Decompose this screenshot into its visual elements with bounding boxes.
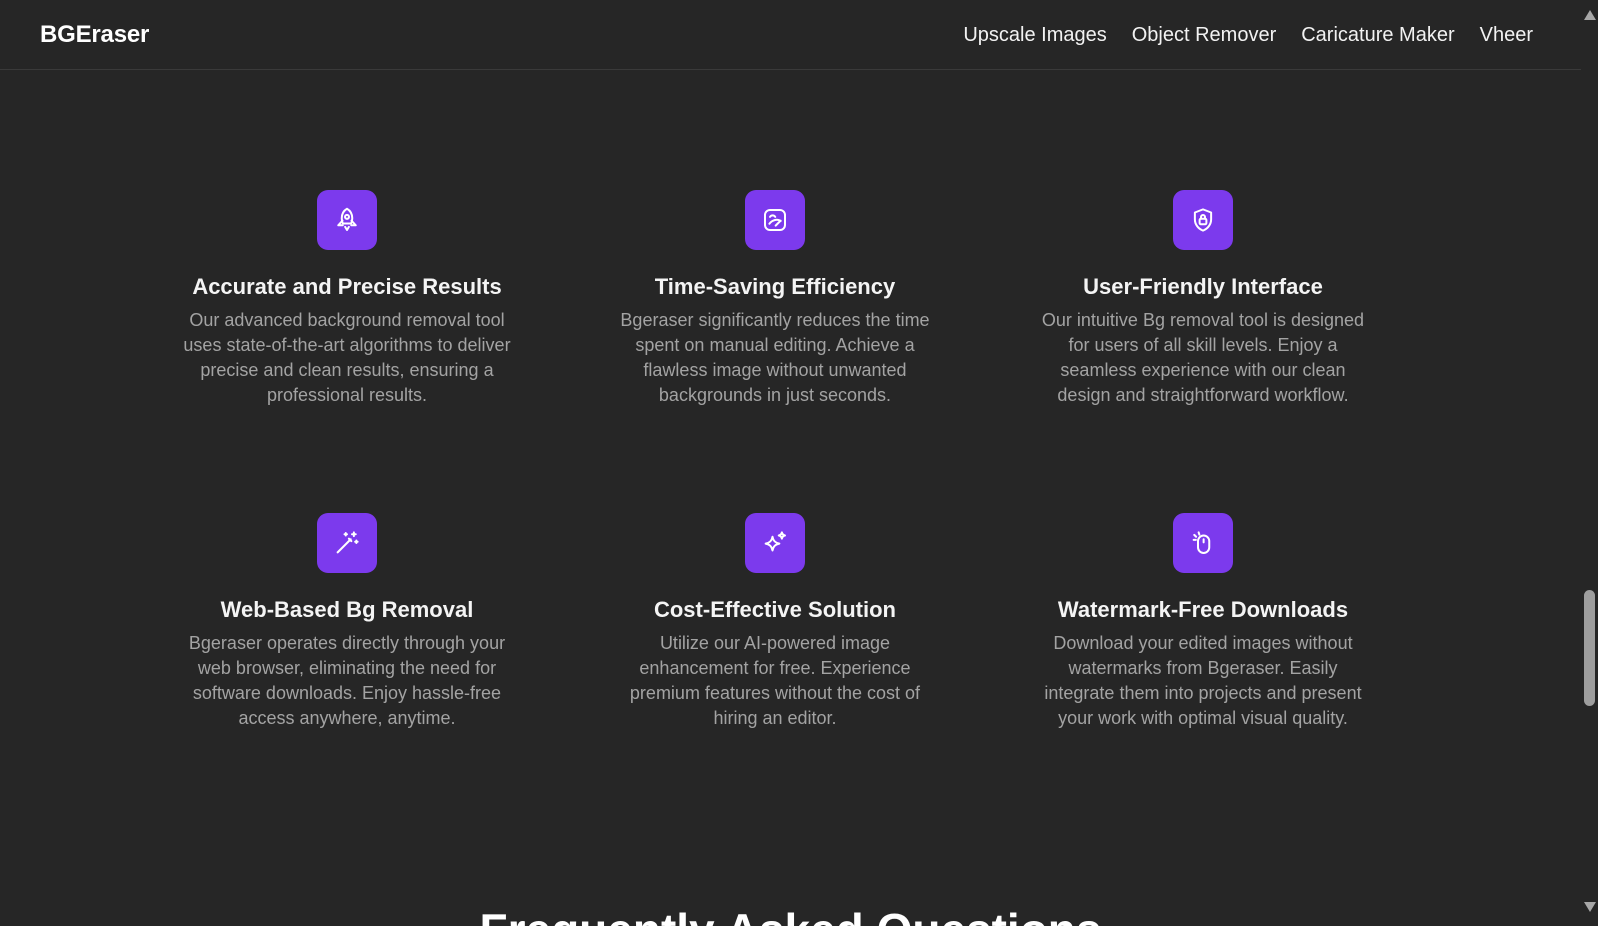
browser-viewport: Accurate and Precise Results Our advance… (0, 0, 1598, 926)
feature-title: User-Friendly Interface (1083, 274, 1323, 299)
shield-lock-icon (1173, 190, 1233, 250)
nav-links: Upscale Images Object Remover Caricature… (963, 22, 1533, 48)
feature-description: Our advanced background removal tool use… (183, 310, 511, 405)
scroll-up-arrow-icon[interactable] (1584, 10, 1596, 20)
feature-title: Accurate and Precise Results (192, 274, 502, 299)
nav-link-vheer[interactable]: Vheer (1480, 22, 1533, 48)
vertical-scrollbar[interactable] (1581, 0, 1598, 926)
feature-description: Bgeraser operates directly through your … (188, 633, 506, 728)
nav-link-object-remover[interactable]: Object Remover (1132, 22, 1277, 48)
scrollbar-thumb[interactable] (1584, 590, 1595, 706)
feature-description: Utilize our AI-powered image enhancement… (629, 633, 921, 728)
rocket-icon (317, 190, 377, 250)
faq-heading: Frequently Asked Questions (0, 902, 1581, 926)
magic-wand-icon (317, 513, 377, 573)
feature-title: Watermark-Free Downloads (1057, 597, 1349, 622)
sparkles-icon (745, 513, 805, 573)
mouse-click-icon (1173, 513, 1233, 573)
brand-logo[interactable]: BGEraser (40, 20, 149, 50)
image-edit-icon (745, 190, 805, 250)
feature-title: Cost-Effective Solution (653, 597, 896, 622)
nav-link-upscale-images[interactable]: Upscale Images (963, 22, 1106, 48)
scroll-down-arrow-icon[interactable] (1584, 902, 1596, 912)
feature-title: Time-Saving Efficiency (654, 274, 896, 299)
feature-description: Download your edited images without wate… (1044, 633, 1362, 728)
page: Accurate and Precise Results Our advance… (0, 0, 1581, 926)
top-navbar: BGEraser Upscale Images Object Remover C… (0, 0, 1581, 70)
feature-description: Bgeraser significantly reduces the time … (620, 310, 930, 405)
feature-description: Our intuitive Bg removal tool is designe… (1041, 310, 1365, 405)
feature-title: Web-Based Bg Removal (220, 597, 474, 622)
nav-link-caricature-maker[interactable]: Caricature Maker (1301, 22, 1454, 48)
